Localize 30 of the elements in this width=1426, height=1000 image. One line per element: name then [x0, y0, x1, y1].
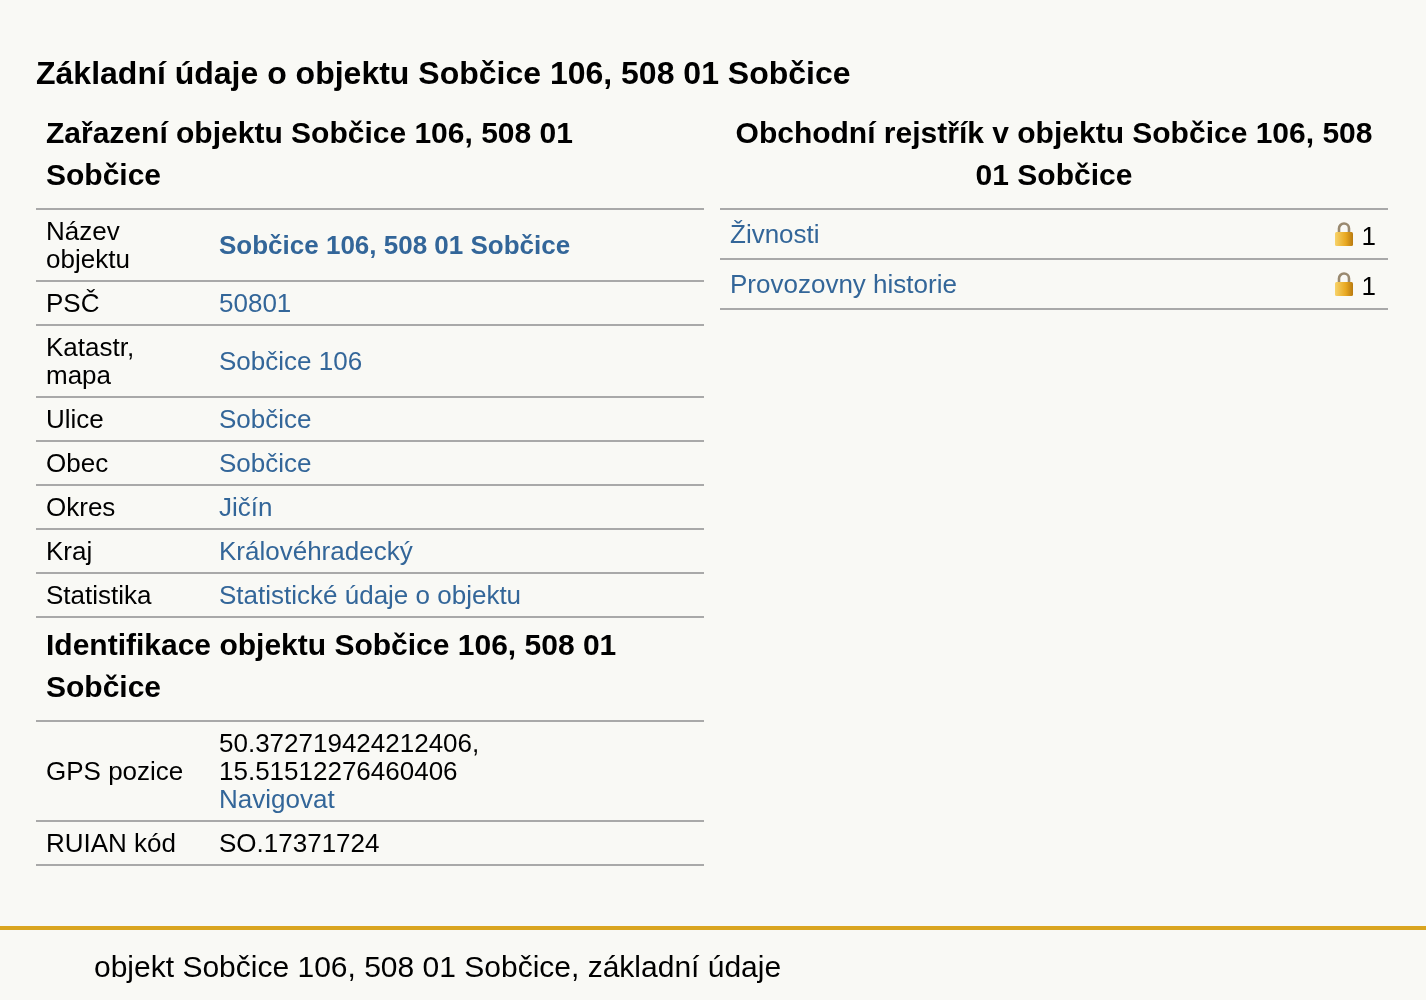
value-link[interactable]: Sobčice 106, 508 01 Sobčice — [219, 231, 571, 259]
value-link[interactable]: Sobčice — [219, 449, 312, 477]
value-link[interactable]: 50801 — [219, 289, 292, 317]
value-link[interactable]: Sobčice 106 — [219, 347, 363, 375]
row-label: Kraj — [45, 535, 94, 568]
value-link[interactable]: Jičín — [219, 493, 273, 521]
gps-coordinates: 50.372719424212406, 15.51512276460406 — [219, 729, 480, 785]
section-heading: Identifikace objektu Sobčice 106, 508 01 Sobčice — [45, 627, 618, 705]
row-label: GPS pozice — [45, 755, 185, 788]
row-label: Okres — [45, 491, 117, 524]
row-label: Katastr, mapa — [45, 331, 136, 392]
value-link[interactable]: Statistické údaje o objektu — [219, 581, 522, 609]
row-label: Statistika — [45, 579, 153, 612]
section-heading: Obchodní rejstřík v objektu Sobčice 106, 508 01 Sobčice — [734, 115, 1374, 193]
register-link[interactable]: Živnosti — [730, 220, 820, 248]
value-link[interactable]: Sobčice — [219, 405, 312, 433]
row-label: Ulice — [45, 403, 105, 436]
row-value: SO.17371724 — [219, 829, 380, 857]
section-heading: Zařazení objektu Sobčice 106, 508 01 Sobčice — [45, 115, 574, 193]
value-link[interactable]: Královéhradecký — [219, 537, 413, 565]
count: 1 — [1361, 272, 1376, 300]
row-label: Obec — [45, 447, 110, 480]
footer-text: objekt Sobčice 106, 508 01 Sobčice, základní údaje — [94, 950, 782, 983]
register-link[interactable]: Provozovny historie — [730, 270, 957, 298]
row-label: Název objektu — [45, 215, 131, 276]
row-label: PSČ — [45, 287, 101, 320]
count: 1 — [1361, 222, 1376, 250]
page-title: Základní údaje o objektu Sobčice 106, 508 01 Sobčice — [36, 55, 852, 91]
row-label: RUIAN kód — [45, 827, 178, 860]
navigate-link[interactable]: Navigovat — [219, 785, 335, 813]
